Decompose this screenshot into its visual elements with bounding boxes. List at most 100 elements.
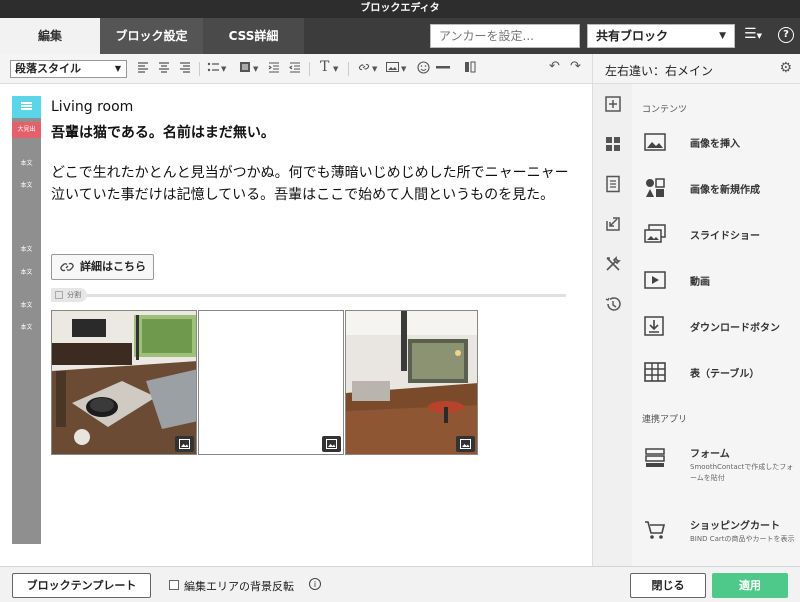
bullet-list-icon[interactable] bbox=[207, 61, 219, 73]
link-icon[interactable] bbox=[358, 61, 370, 73]
body-label[interactable]: 本文 bbox=[12, 244, 41, 253]
heading-badge[interactable]: 大見出 bbox=[12, 122, 41, 138]
cart-icon bbox=[645, 521, 666, 539]
block-format-icon[interactable] bbox=[239, 61, 251, 73]
import-icon[interactable] bbox=[604, 215, 622, 233]
apply-button[interactable]: 適用 bbox=[712, 573, 788, 598]
emoji-icon[interactable] bbox=[417, 61, 430, 74]
indent-icon[interactable] bbox=[268, 61, 280, 73]
table-icon bbox=[644, 362, 666, 382]
split-divider bbox=[51, 294, 566, 297]
body-label[interactable]: 本文 bbox=[12, 158, 41, 167]
create-image-item[interactable]: 画像を新規作成 bbox=[642, 174, 792, 202]
body-label[interactable]: 本文 bbox=[12, 267, 41, 276]
image-living-room-1[interactable] bbox=[51, 310, 197, 455]
document-icon[interactable] bbox=[604, 175, 622, 193]
menu-icon[interactable]: ☰▼ bbox=[744, 26, 762, 42]
tab-block-settings[interactable]: ブロック設定 bbox=[100, 18, 203, 54]
paragraph-icon bbox=[21, 102, 32, 104]
heading-japanese[interactable]: 吾輩は猫である。名前はまだ無い。 bbox=[51, 122, 275, 142]
heading-marker[interactable] bbox=[12, 96, 41, 118]
align-center-icon[interactable] bbox=[158, 61, 170, 73]
chevron-down-icon[interactable]: ▼ bbox=[221, 61, 226, 77]
chevron-down-icon[interactable]: ▼ bbox=[333, 61, 338, 77]
shopping-cart-label: ショッピングカート bbox=[690, 521, 780, 532]
table-label: 表（テーブル） bbox=[690, 369, 760, 380]
column-icon[interactable] bbox=[464, 61, 476, 73]
image-icon[interactable] bbox=[456, 436, 475, 452]
body-label[interactable]: 本文 bbox=[12, 322, 41, 331]
image-icon[interactable] bbox=[386, 61, 399, 73]
split-icon bbox=[55, 291, 63, 299]
download-button-item[interactable]: ダウンロードボタン bbox=[642, 312, 792, 340]
tab-edit[interactable]: 編集 bbox=[0, 18, 100, 54]
body-label[interactable]: 本文 bbox=[12, 300, 41, 309]
shared-block-select[interactable]: 共有ブロック ▼ bbox=[587, 24, 735, 48]
editor-area[interactable]: 大見出 本文 本文 本文 本文 本文 本文 Living room 吾輩は猫であ… bbox=[0, 84, 592, 566]
link-icon bbox=[60, 262, 74, 272]
block-gutter: 大見出 本文 本文 本文 本文 本文 本文 bbox=[12, 96, 41, 544]
redo-icon[interactable]: ↷ bbox=[570, 59, 581, 75]
image-living-room-2[interactable] bbox=[345, 310, 478, 455]
slideshow-label: スライドショー bbox=[690, 231, 760, 242]
undo-icon[interactable]: ↶ bbox=[549, 59, 560, 75]
bg-invert-label: 編集エリアの背景反転 bbox=[184, 580, 294, 593]
align-right-icon[interactable] bbox=[179, 61, 191, 73]
history-icon[interactable] bbox=[604, 295, 622, 313]
split-tag[interactable]: 分割 bbox=[51, 288, 87, 302]
chevron-down-icon[interactable]: ▼ bbox=[372, 61, 377, 77]
tools-icon[interactable] bbox=[604, 255, 622, 273]
gear-icon[interactable]: ⚙ bbox=[779, 60, 792, 76]
slideshow-icon bbox=[644, 224, 666, 243]
add-block-icon[interactable] bbox=[604, 95, 622, 113]
chevron-down-icon: ▼ bbox=[114, 64, 121, 73]
split-label: 分割 bbox=[67, 291, 81, 299]
toolbar-divider bbox=[309, 62, 310, 76]
bg-invert-checkbox[interactable] bbox=[169, 580, 179, 590]
image-icon[interactable] bbox=[322, 436, 341, 452]
slideshow-item[interactable]: スライドショー bbox=[642, 220, 792, 248]
image-glyph bbox=[179, 439, 190, 449]
image-placeholder[interactable] bbox=[198, 310, 344, 455]
form-app-item[interactable]: フォーム SmoothContactで作成したフォームを貼付 bbox=[642, 438, 793, 486]
download-button-label: ダウンロードボタン bbox=[690, 323, 780, 334]
right-panel-header: 左右違い：右メイン ⚙ bbox=[592, 54, 800, 84]
horizontal-rule-icon[interactable] bbox=[436, 61, 450, 73]
contents-section-title: コンテンツ bbox=[642, 105, 688, 115]
body-paragraph[interactable]: どこで生れたかとんと見当がつかぬ。何でも薄暗いじめじめした所でニャーニャー泣いて… bbox=[51, 162, 577, 206]
layout-title: 左右違い：右メイン bbox=[605, 64, 714, 78]
text-format-icon[interactable]: T bbox=[320, 59, 329, 75]
insert-image-item[interactable]: 画像を挿入 bbox=[642, 128, 792, 156]
detail-button[interactable]: 詳細はこちら bbox=[51, 254, 154, 280]
paragraph-style-value: 段落スタイル bbox=[15, 62, 81, 75]
anchor-input[interactable]: アンカーを設定... bbox=[430, 24, 580, 48]
toolbar-divider bbox=[348, 62, 349, 76]
heading-english[interactable]: Living room bbox=[51, 99, 133, 115]
align-left-icon[interactable] bbox=[137, 61, 149, 73]
tab-css-details[interactable]: CSS詳細 bbox=[203, 18, 304, 54]
image-glyph bbox=[326, 439, 337, 449]
close-button[interactable]: 閉じる bbox=[630, 573, 706, 598]
help-icon[interactable]: ? bbox=[778, 27, 794, 43]
shopping-cart-desc: BIND Cartの商品やカートを表示 bbox=[690, 535, 795, 543]
chevron-down-icon: ▼ bbox=[719, 31, 726, 41]
toolbar-divider bbox=[199, 62, 200, 76]
video-label: 動画 bbox=[690, 277, 710, 288]
grid-icon[interactable] bbox=[604, 135, 622, 153]
image-glyph bbox=[460, 439, 471, 449]
info-icon[interactable]: i bbox=[309, 578, 321, 590]
download-icon bbox=[644, 316, 664, 336]
paragraph-style-select[interactable]: 段落スタイル ▼ bbox=[10, 60, 127, 78]
outdent-icon[interactable] bbox=[289, 61, 301, 73]
image-icon[interactable] bbox=[175, 436, 194, 452]
chevron-down-icon[interactable]: ▼ bbox=[401, 61, 406, 77]
block-template-button[interactable]: ブロックテンプレート bbox=[12, 573, 151, 598]
shopping-cart-item[interactable]: ショッピングカート BIND Cartの商品やカートを表示 bbox=[642, 510, 795, 558]
body-label[interactable]: 本文 bbox=[12, 180, 41, 189]
video-item[interactable]: 動画 bbox=[642, 266, 792, 294]
chevron-down-icon[interactable]: ▼ bbox=[253, 61, 258, 77]
table-item[interactable]: 表（テーブル） bbox=[642, 358, 792, 386]
shapes-icon bbox=[646, 178, 665, 197]
window-title: ブロックエディタ bbox=[0, 0, 800, 18]
image-icon bbox=[644, 133, 666, 151]
